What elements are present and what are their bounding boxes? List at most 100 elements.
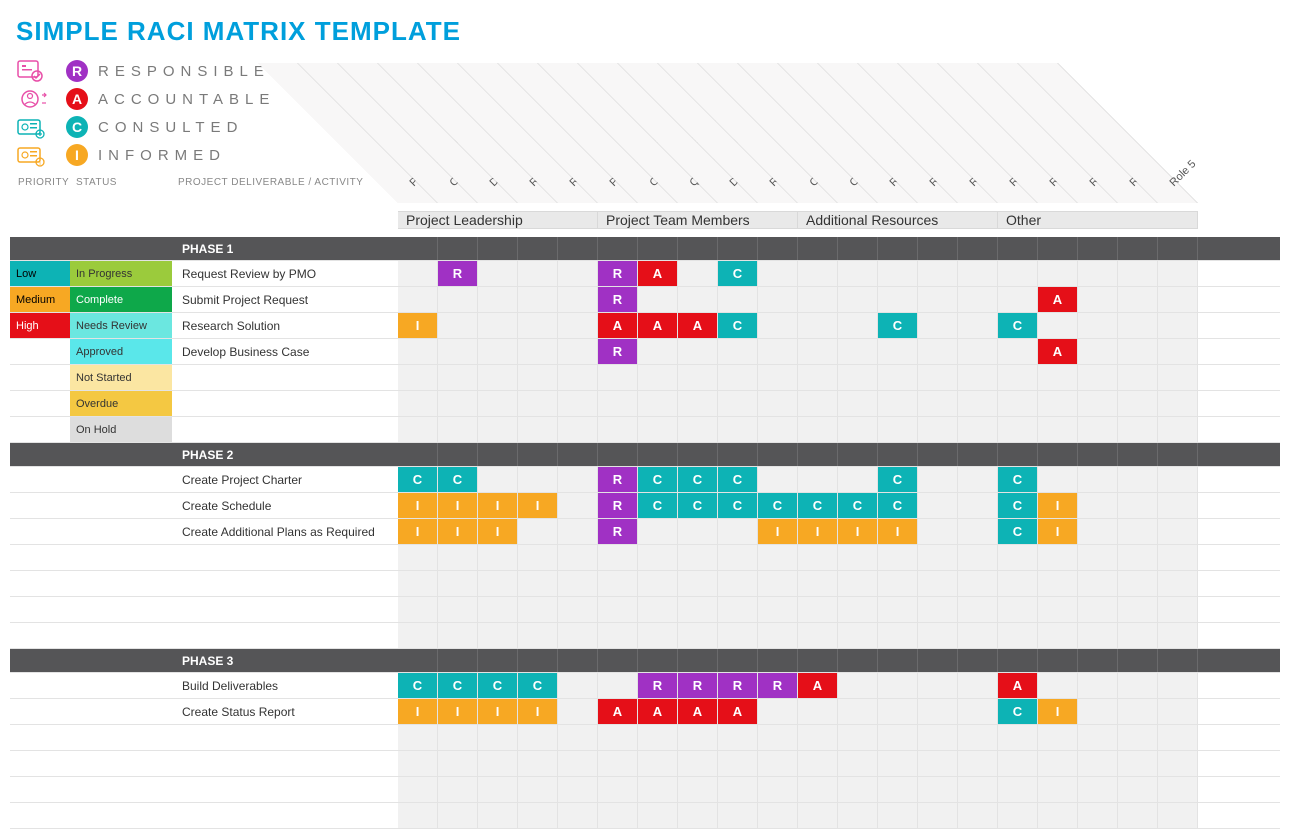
raci-cell [1038, 391, 1078, 416]
raci-cell: C [758, 493, 798, 518]
phase-raci-spacer [918, 649, 958, 672]
activity-cell [172, 417, 398, 442]
data-row: Build DeliverablesCCCCRRRRAA [10, 673, 1280, 699]
raci-cell [558, 597, 598, 622]
raci-cell [598, 673, 638, 698]
raci-cell [1118, 751, 1158, 776]
id-card-info-icon: i [16, 143, 66, 167]
raci-cell: C [998, 493, 1038, 518]
raci-cell [1158, 493, 1198, 518]
data-row [10, 597, 1280, 623]
raci-cell [558, 493, 598, 518]
raci-cell [518, 261, 558, 286]
phase-raci-spacer [638, 649, 678, 672]
raci-cell [678, 725, 718, 750]
phase-raci-spacer [1038, 649, 1078, 672]
phase-raci-spacer [1118, 649, 1158, 672]
raci-cell: I [798, 519, 838, 544]
raci-cell [758, 725, 798, 750]
raci-cell [878, 725, 918, 750]
raci-cell [838, 365, 878, 390]
raci-cell [718, 623, 758, 648]
data-row: On Hold [10, 417, 1280, 443]
raci-cell [478, 313, 518, 338]
activity-cell: Request Review by PMO [172, 261, 398, 286]
raci-cell [878, 751, 918, 776]
priority-cell: Low [10, 261, 70, 286]
raci-cell [1118, 623, 1158, 648]
activity-cell: Create Additional Plans as Required [172, 519, 398, 544]
raci-cell [1118, 571, 1158, 596]
phase-raci-spacer [478, 649, 518, 672]
raci-cell [998, 725, 1038, 750]
raci-cell: I [438, 519, 478, 544]
raci-cell [758, 339, 798, 364]
raci-cell [998, 287, 1038, 312]
matrix-body: PHASE 1LowIn ProgressRequest Review by P… [10, 237, 1280, 829]
raci-cell [878, 673, 918, 698]
raci-cell [1158, 597, 1198, 622]
raci-cell [678, 623, 718, 648]
raci-cell [1118, 261, 1158, 286]
raci-cell [518, 339, 558, 364]
phase-raci-spacer [598, 649, 638, 672]
raci-cell [438, 313, 478, 338]
legend-badge-A: A [66, 88, 88, 110]
group-cell: Other [998, 211, 1198, 229]
raci-cell [478, 417, 518, 442]
raci-cell: I [1038, 519, 1078, 544]
raci-cell: A [678, 313, 718, 338]
raci-cell [1118, 673, 1158, 698]
activity-cell [172, 751, 398, 776]
raci-cell [998, 261, 1038, 286]
raci-cell [638, 597, 678, 622]
raci-cell [518, 725, 558, 750]
raci-cell [718, 519, 758, 544]
phase-raci-spacer [1118, 237, 1158, 260]
raci-cell [838, 391, 878, 416]
raci-cell [1118, 287, 1158, 312]
raci-cell [998, 777, 1038, 802]
activity-cell [172, 777, 398, 802]
raci-cell [518, 571, 558, 596]
phase-raci-spacer [638, 237, 678, 260]
raci-cell [518, 545, 558, 570]
raci-cell [518, 391, 558, 416]
phase-raci-spacer [678, 237, 718, 260]
raci-cell [1038, 313, 1078, 338]
status-cell [70, 545, 172, 570]
priority-cell [10, 597, 70, 622]
raci-cell [678, 261, 718, 286]
raci-cell: A [1038, 287, 1078, 312]
raci-cell [838, 417, 878, 442]
raci-cell: A [718, 699, 758, 724]
raci-cell [398, 545, 438, 570]
phase-raci-spacer [518, 649, 558, 672]
raci-cell [1118, 313, 1158, 338]
priority-cell [10, 391, 70, 416]
data-row: HighNeeds ReviewResearch SolutionIAAACCC [10, 313, 1280, 339]
raci-cell [1038, 623, 1078, 648]
raci-cell [998, 571, 1038, 596]
raci-cell [798, 803, 838, 828]
raci-cell [958, 725, 998, 750]
raci-cell [878, 803, 918, 828]
raci-cell: R [438, 261, 478, 286]
legend-label-R: RESPONSIBLE [98, 63, 270, 80]
raci-cell: C [438, 467, 478, 492]
phase-raci-spacer [518, 237, 558, 260]
raci-cell [1038, 417, 1078, 442]
phase-raci-spacer [398, 443, 438, 466]
activity-cell [172, 571, 398, 596]
raci-cell [1038, 597, 1078, 622]
page-title: SIMPLE RACI MATRIX TEMPLATE [16, 16, 1280, 47]
legend-badge-R: R [66, 60, 88, 82]
phase-raci-spacer [1078, 237, 1118, 260]
raci-cell [758, 261, 798, 286]
raci-cell: C [998, 313, 1038, 338]
raci-cell [478, 623, 518, 648]
raci-cell [638, 519, 678, 544]
raci-cell [438, 417, 478, 442]
raci-cell [958, 803, 998, 828]
raci-cell [758, 751, 798, 776]
